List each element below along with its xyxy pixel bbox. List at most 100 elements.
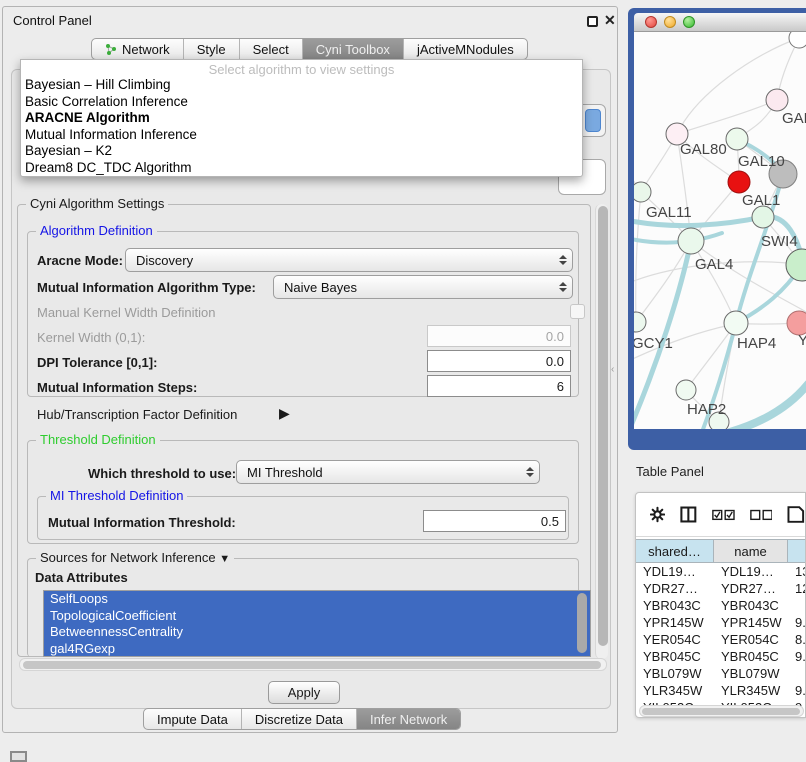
aracne-mode-combo[interactable]: Discovery <box>125 248 573 272</box>
tab-style[interactable]: Style <box>184 39 240 59</box>
table-cell: YBL079W <box>714 665 788 682</box>
table-column-header[interactable] <box>788 539 806 563</box>
data-attribute-item[interactable]: SelfLoops <box>44 591 590 608</box>
tab-select[interactable]: Select <box>240 39 303 59</box>
network-edge[interactable] <box>677 38 799 134</box>
float-window-icon[interactable] <box>587 16 598 27</box>
table-row[interactable]: YDL19…YDL19…13 <box>636 563 806 580</box>
settings-vscroll-thumb[interactable] <box>598 206 608 646</box>
network-node[interactable] <box>789 32 806 48</box>
algorithm-popup-item[interactable]: Dream8 DC_TDC Algorithm <box>21 160 582 177</box>
tab-network[interactable]: Network <box>92 39 184 59</box>
control-panel-tabs: NetworkStyle Select Cyni ToolboxjActiveMNo… <box>91 38 528 60</box>
table-column-header[interactable]: name <box>714 539 788 563</box>
table-horizontal-scrollbar[interactable] <box>639 705 804 717</box>
data-attributes-list[interactable]: SelfLoopsTopologicalCoefficientBetweenne… <box>43 590 591 657</box>
network-node-label: GCY1 <box>634 335 673 352</box>
tab-label: Select <box>253 42 289 57</box>
table-cell: YLR345W <box>636 682 714 699</box>
zoom-window-icon[interactable] <box>683 16 695 28</box>
cyni-algorithm-settings-legend: Cyni Algorithm Settings <box>26 196 168 211</box>
mi-threshold-field[interactable]: 0.5 <box>423 510 566 532</box>
select-all-checkboxes-icon[interactable] <box>712 508 735 521</box>
algorithm-popup-item[interactable]: Basic Correlation Inference <box>21 94 582 111</box>
tab-jactivemnodules[interactable]: jActiveMNodules <box>404 39 527 59</box>
network-node[interactable] <box>786 249 806 281</box>
network-window-titlebar[interactable] <box>634 13 806 32</box>
manual-kernel-width-checkbox[interactable] <box>570 304 585 319</box>
tab-infer-network[interactable]: Infer Network <box>357 709 460 729</box>
network-node[interactable] <box>726 128 748 150</box>
table-cell: YDR27… <box>636 580 714 597</box>
network-node-label: SWI4 <box>761 233 798 250</box>
apply-button[interactable]: Apply <box>268 681 340 704</box>
mi-algorithm-type-combo[interactable]: Naive Bayes <box>273 275 573 299</box>
network-edge[interactable] <box>636 192 641 322</box>
settings-hscroll-thumb[interactable] <box>23 661 601 669</box>
threshold-definition-legend: Threshold Definition <box>36 432 160 447</box>
tab-impute-data[interactable]: Impute Data <box>144 709 242 729</box>
network-edge[interactable] <box>691 241 736 323</box>
data-attribute-item[interactable]: TopologicalCoefficient <box>44 608 590 625</box>
table-row[interactable]: YPR145WYPR145W9. <box>636 614 806 631</box>
algorithm-popup-item[interactable]: Bayesian – Hill Climbing <box>21 77 582 94</box>
table-row[interactable]: YER054CYER054C8. <box>636 631 806 648</box>
network-node[interactable] <box>634 312 646 332</box>
hub-definition-expander-label[interactable]: Hub/Transcription Factor Definition <box>37 407 237 422</box>
expander-expanded-icon[interactable]: ▼ <box>219 553 230 565</box>
table-row[interactable]: YDR27…YDR27…12 <box>636 580 806 597</box>
minimize-window-icon[interactable] <box>664 16 676 28</box>
which-threshold-label: Which threshold to use: <box>88 466 236 481</box>
panel-divider-grip[interactable]: ‹ <box>611 364 614 375</box>
table-column-header[interactable]: shared… <box>636 539 714 563</box>
dpi-tolerance-field[interactable]: 0.0 <box>427 350 571 372</box>
table-cell <box>788 597 806 614</box>
settings-vertical-scrollbar[interactable] <box>595 204 608 659</box>
network-edge[interactable] <box>677 100 777 134</box>
table-row[interactable]: YBR043CYBR043C <box>636 597 806 614</box>
tab-discretize-data[interactable]: Discretize Data <box>242 709 357 729</box>
manual-kernel-width-label: Manual Kernel Width Definition <box>37 305 215 320</box>
network-node[interactable] <box>766 89 788 111</box>
kernel-width-field[interactable]: 0.0 <box>427 325 571 347</box>
settings-horizontal-scrollbar[interactable] <box>19 658 607 671</box>
algorithm-definition-legend: Algorithm Definition <box>36 223 157 238</box>
algorithm-select-popup: Select algorithm to view settings Bayesi… <box>20 59 583 177</box>
algorithm-popup-item[interactable]: ARACNE Algorithm <box>21 110 582 127</box>
algorithm-popup-item[interactable]: Bayesian – K2 <box>21 143 582 160</box>
which-threshold-combo[interactable]: MI Threshold <box>236 460 540 484</box>
algorithm-popup-item[interactable]: Mutual Information Inference <box>21 127 582 144</box>
network-node[interactable] <box>752 206 774 228</box>
table-row[interactable]: YLR345WYLR345W9. <box>636 682 806 699</box>
network-edge[interactable] <box>730 384 806 429</box>
network-node[interactable] <box>676 380 696 400</box>
expander-collapsed-icon[interactable]: ▶ <box>279 405 290 422</box>
network-node[interactable] <box>724 311 748 335</box>
table-cell: YER054C <box>714 631 788 648</box>
minimized-panel-icon[interactable] <box>10 751 27 762</box>
close-icon[interactable]: ✕ <box>604 12 616 29</box>
data-attribute-item[interactable]: BetweennessCentrality <box>44 624 590 641</box>
table-row[interactable]: YBR045CYBR045C9. <box>636 648 806 665</box>
table-function-icon[interactable] <box>787 505 805 524</box>
table-toolbar <box>636 493 805 537</box>
mi-steps-field[interactable]: 6 <box>427 375 571 397</box>
control-panel-title: Control Panel <box>13 13 92 28</box>
network-canvas[interactable]: GALGAL80GAL10GAL1GAL11SWI4GAL4GCY1HAP4YH… <box>634 32 806 429</box>
deselect-all-checkboxes-icon[interactable] <box>750 508 773 521</box>
network-graph[interactable]: GALGAL80GAL10GAL1GAL11SWI4GAL4GCY1HAP4YH… <box>634 32 806 429</box>
split-columns-icon[interactable] <box>680 505 697 524</box>
which-threshold-value: MI Threshold <box>247 465 323 480</box>
data-attribute-item[interactable]: gal4RGexp <box>44 641 590 658</box>
table-row[interactable]: YBL079WYBL079W <box>636 665 806 682</box>
table-cell <box>788 665 806 682</box>
list-scrollbar-thumb[interactable] <box>577 593 587 653</box>
table-hscroll-thumb[interactable] <box>642 708 800 715</box>
gear-icon[interactable] <box>650 506 665 523</box>
network-node[interactable] <box>678 228 704 254</box>
tab-cyni-toolbox[interactable]: Cyni Toolbox <box>303 39 404 59</box>
close-window-icon[interactable] <box>645 16 657 28</box>
network-node[interactable] <box>728 171 750 193</box>
network-node[interactable] <box>634 182 651 202</box>
table-cell: YPR145W <box>714 614 788 631</box>
